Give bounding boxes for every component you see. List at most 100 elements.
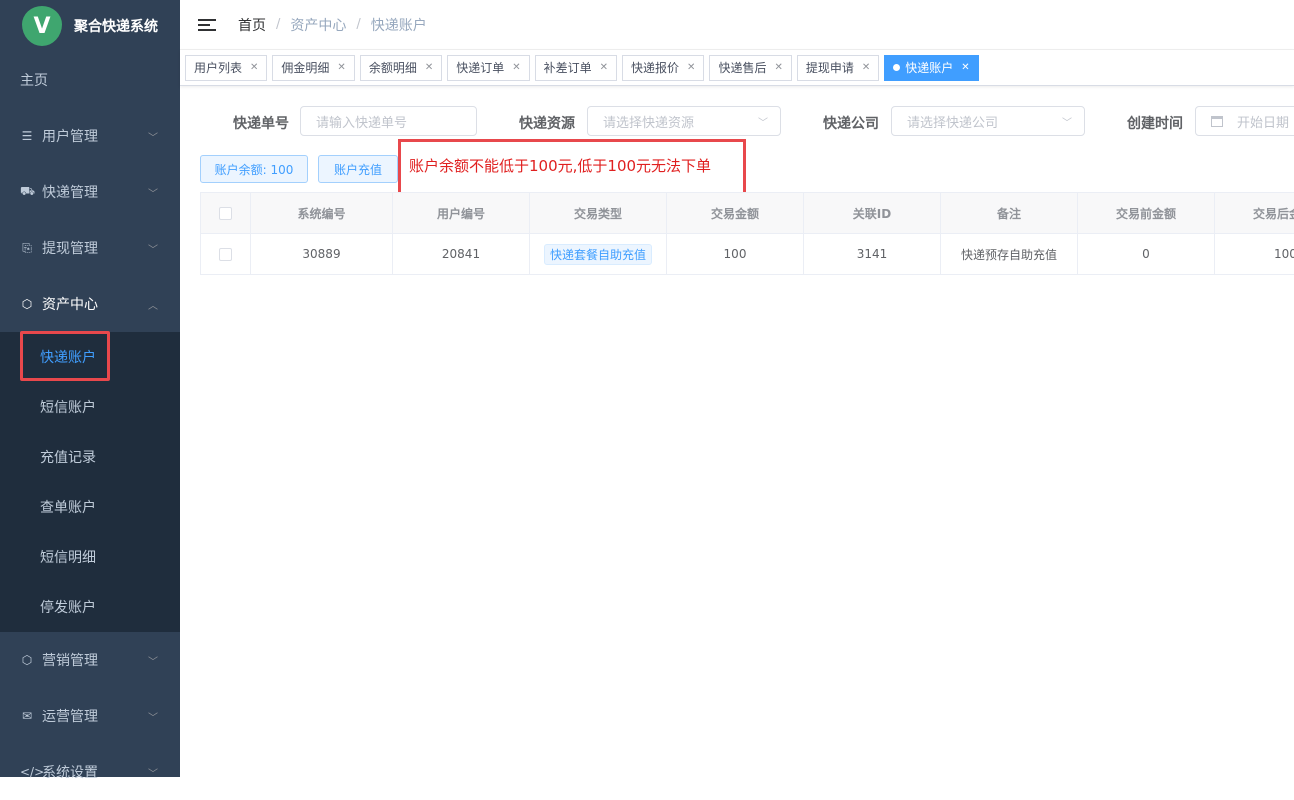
tags-view: 用户列表 ✕ 佣金明细 ✕ 余额明细 ✕ 快递订单 ✕ 补差订单 ✕ 快递报价 ✕ 快递售后… <box>180 50 1294 86</box>
close-icon[interactable]: ✕ <box>862 62 870 73</box>
sidebar-item-label: 营销管理 <box>42 653 98 669</box>
tab-express-quotes[interactable]: 快递报价 ✕ <box>622 54 705 81</box>
truck-icon: ⛟ <box>20 184 36 198</box>
tab-express-account[interactable]: 快递账户 ✕ <box>884 54 979 81</box>
tracking-number-input[interactable]: 请输入快递单号 <box>300 106 477 136</box>
sidebar-item-label: 系统设置 <box>42 765 98 781</box>
sidebar-item-suspended-account[interactable]: 停发账户 <box>0 582 180 632</box>
placeholder-text: 请输入快递单号 <box>316 115 408 131</box>
tab-after-sales[interactable]: 快递售后 ✕ <box>709 54 792 81</box>
column-header: 交易前金额 <box>1077 193 1214 233</box>
account-balance-button[interactable]: 账户余额: 100 <box>200 155 308 183</box>
select-all-checkbox[interactable] <box>219 206 232 220</box>
sidebar-item-express-management[interactable]: ⛟ 快递管理 ﹀ <box>0 164 180 220</box>
active-dot-icon <box>893 64 901 71</box>
close-icon[interactable]: ✕ <box>250 62 258 73</box>
logo-row: V 聚合快递系统 <box>0 0 180 52</box>
hamburger-icon[interactable] <box>198 18 216 31</box>
chevron-down-icon: ﹀ <box>148 656 158 668</box>
tab-express-orders[interactable]: 快递订单 ✕ <box>447 54 530 81</box>
sidebar-item-label: 资产中心 <box>42 297 98 313</box>
tab-user-list[interactable]: 用户列表 ✕ <box>185 54 268 81</box>
chevron-down-icon: ﹀ <box>148 712 158 724</box>
close-icon[interactable]: ✕ <box>600 62 608 73</box>
express-company-select[interactable]: 请选择快递公司 ﹀ <box>891 106 1085 136</box>
account-recharge-button[interactable]: 账户充值 <box>318 155 398 183</box>
breadcrumb-current: 快递账户 <box>370 17 427 34</box>
tab-label: 用户列表 <box>194 61 243 75</box>
tab-label: 快递售后 <box>718 61 767 75</box>
sidebar-item-express-account[interactable]: 快递账户 <box>0 332 180 382</box>
breadcrumb-home[interactable]: 首页 <box>238 15 266 35</box>
sidebar-item-label: 用户管理 <box>42 129 98 145</box>
breadcrumb-separator: / <box>356 17 361 32</box>
sidebar-item-sms-account[interactable]: 短信账户 <box>0 382 180 432</box>
table-cell: 3141 <box>803 234 940 274</box>
balance-notice-text: 账户余额不能低于100元,低于100元无法下单 <box>409 157 712 175</box>
close-icon[interactable]: ✕ <box>512 62 520 73</box>
date-range-picker[interactable]: 开始日期 <box>1195 106 1294 136</box>
tracking-number-label: 快递单号 <box>233 116 289 132</box>
sidebar-item-home[interactable]: 主页 <box>0 52 180 108</box>
close-icon[interactable]: ✕ <box>425 62 433 73</box>
sidebar-item-operations[interactable]: ✉ 运营管理 ﹀ <box>0 688 180 744</box>
placeholder-text: 请选择快递资源 <box>603 115 695 131</box>
tab-withdraw-requests[interactable]: 提现申请 ✕ <box>796 54 880 81</box>
chevron-down-icon: ﹀ <box>758 117 768 129</box>
top-navbar: 首页 / 资产中心 / 快递账户 <box>180 0 1294 50</box>
close-icon[interactable]: ✕ <box>961 62 969 73</box>
chevron-down-icon: ﹀ <box>148 768 158 780</box>
tab-supplement-orders[interactable]: 补差订单 ✕ <box>534 54 618 81</box>
chevron-down-icon: ﹀ <box>148 244 158 256</box>
sidebar-item-label: 提现管理 <box>42 241 98 257</box>
notice-annotation-box: 账户余额不能低于100元,低于100元无法下单 <box>398 139 746 195</box>
withdraw-icon: ⎘ <box>22 240 32 255</box>
sidebar-item-recharge-records[interactable]: 充值记录 <box>0 432 180 482</box>
row-checkbox[interactable] <box>219 247 232 261</box>
sidebar-item-marketing[interactable]: ⬡ 营销管理 ﹀ <box>0 632 180 688</box>
column-header: 交易金额 <box>666 193 803 233</box>
sidebar-item-label: 运营管理 <box>42 709 98 725</box>
tab-label: 佣金明细 <box>281 61 330 75</box>
account-table: 系统编号 用户编号 交易类型 交易金额 关联ID 备注 交易前金额 交易后金额 … <box>200 192 1294 275</box>
sidebar-item-label: 快递管理 <box>42 185 98 201</box>
created-time-label: 创建时间 <box>1127 116 1183 132</box>
table-cell: 30889 <box>250 234 392 274</box>
tab-commission-details[interactable]: 佣金明细 ✕ <box>272 54 355 81</box>
sidebar-item-asset-center[interactable]: ⬡ 资产中心 ︿ <box>0 276 180 332</box>
sidebar-item-sms-details[interactable]: 短信明细 <box>0 532 180 582</box>
table-cell: 100 <box>1214 234 1294 274</box>
search-form: 快递单号 请输入快递单号 快递资源 请选择快递资源 ﹀ 快递公司 请选择快递公司 ﹀… <box>180 104 1294 138</box>
chevron-down-icon: ﹀ <box>1062 117 1072 129</box>
column-header: 交易后金额 <box>1214 193 1294 233</box>
sidebar: V 聚合快递系统 主页 ☰ 用户管理 ﹀ ⛟ 快递管理 ﹀ ⎘ 提现管理 ﹀ ⬡… <box>0 0 180 781</box>
tab-label: 补差订单 <box>543 61 592 75</box>
sidebar-item-query-account[interactable]: 查单账户 <box>0 482 180 532</box>
column-header: 交易类型 <box>529 193 666 233</box>
tab-label: 余额明细 <box>368 61 417 75</box>
sidebar-item-user-management[interactable]: ☰ 用户管理 ﹀ <box>0 108 180 164</box>
tab-label: 快递订单 <box>456 61 505 75</box>
sidebar-item-withdraw-management[interactable]: ⎘ 提现管理 ﹀ <box>0 220 180 276</box>
sidebar-item-system-settings[interactable]: </> 系统设置 ﹀ <box>0 744 180 800</box>
asset-center-submenu: 快递账户 短信账户 充值记录 查单账户 短信明细 停发账户 <box>0 332 180 632</box>
breadcrumb-separator: / <box>276 17 281 32</box>
select-all-cell <box>200 193 250 233</box>
close-icon[interactable]: ✕ <box>337 62 345 73</box>
tab-label: 快递账户 <box>905 61 954 75</box>
express-resource-label: 快递资源 <box>519 116 575 132</box>
placeholder-text: 开始日期 <box>1237 115 1290 131</box>
table-cell: 0 <box>1077 234 1214 274</box>
breadcrumb-asset-center: 资产中心 <box>290 17 347 34</box>
tab-balance-details[interactable]: 余额明细 ✕ <box>359 54 443 81</box>
mail-icon: ✉ <box>21 709 33 723</box>
close-icon[interactable]: ✕ <box>774 62 782 73</box>
app-title: 聚合快递系统 <box>74 19 158 35</box>
list-icon: ☰ <box>21 129 33 143</box>
chevron-down-icon: ﹀ <box>148 188 158 200</box>
express-company-label: 快递公司 <box>823 116 879 132</box>
table-header-row: 系统编号 用户编号 交易类型 交易金额 关联ID 备注 交易前金额 交易后金额 <box>200 193 1294 234</box>
close-icon[interactable]: ✕ <box>687 62 695 73</box>
express-resource-select[interactable]: 请选择快递资源 ﹀ <box>587 106 781 136</box>
table-cell: 100 <box>666 234 803 274</box>
